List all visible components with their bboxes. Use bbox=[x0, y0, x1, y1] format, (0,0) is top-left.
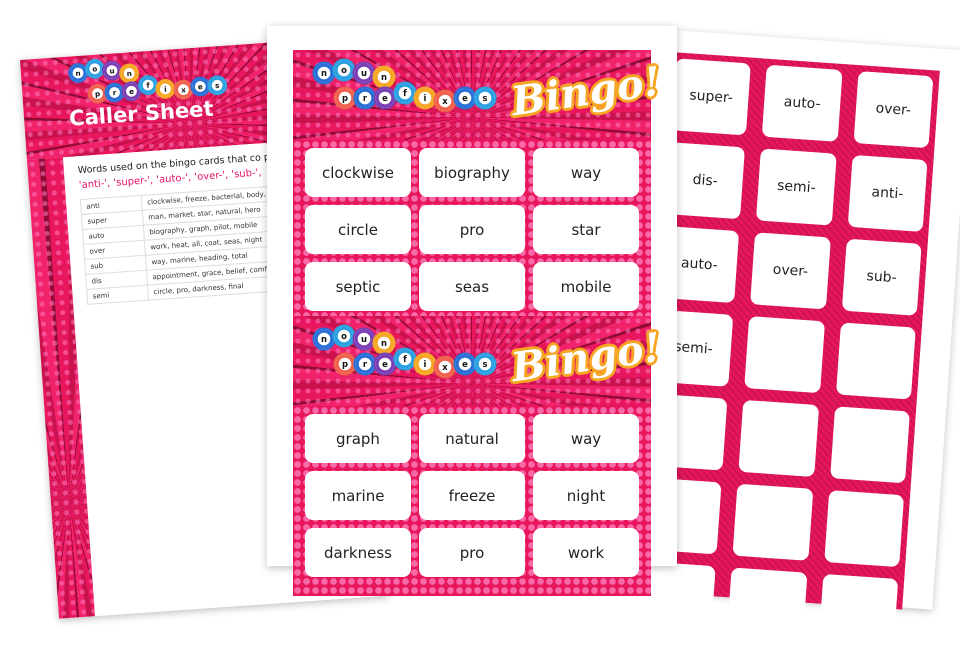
bingo-cell: star bbox=[533, 205, 639, 254]
bingo-ball: x bbox=[174, 81, 192, 99]
bingo-ball: o bbox=[334, 326, 354, 346]
bingo-cell: pro bbox=[419, 528, 525, 577]
bingo-logo: Bingo! bbox=[508, 57, 664, 126]
bingo-cell: night bbox=[533, 471, 639, 520]
prefix-tiles-page: super-auto-over-dis-semi-anti-auto-over-… bbox=[632, 30, 960, 651]
bingo-cell: seas bbox=[419, 262, 525, 311]
bingo-ball: n bbox=[120, 64, 139, 82]
prefix-tile bbox=[726, 567, 808, 645]
bingo-ball: x bbox=[435, 91, 455, 111]
bingo-card-header: nounprefixes Bingo! bbox=[293, 316, 664, 406]
bingo-ball: n bbox=[314, 329, 334, 349]
prefix-tile: semi- bbox=[756, 148, 837, 226]
prefix-tile bbox=[829, 406, 910, 484]
bingo-cell: pro bbox=[419, 205, 525, 254]
bingo-ball: e bbox=[122, 82, 141, 100]
bingo-ball: o bbox=[86, 60, 104, 78]
bingo-ball: r bbox=[105, 83, 124, 101]
bingo-card: nounprefixes Bingo! clockwise biography wa… bbox=[293, 50, 664, 332]
bingo-ball: n bbox=[374, 333, 394, 353]
bingo-card-grid: graph natural way marine freeze night darkness… bbox=[293, 406, 651, 596]
bingo-ball: e bbox=[191, 77, 209, 95]
bingo-ball: p bbox=[335, 354, 355, 374]
bingo-ball: p bbox=[335, 88, 355, 108]
bingo-ball: r bbox=[355, 88, 375, 108]
bingo-cell: mobile bbox=[533, 262, 639, 311]
bingo-ball: i bbox=[415, 88, 435, 108]
bingo-cell: graph bbox=[305, 414, 411, 463]
bingo-ball: e bbox=[455, 354, 475, 374]
prefix-tile: over- bbox=[750, 232, 831, 310]
prefix-tile bbox=[744, 316, 825, 394]
prefix-tile: over- bbox=[853, 71, 934, 149]
prefix-tile: super- bbox=[671, 58, 752, 136]
bingo-ball: e bbox=[375, 88, 395, 108]
bingo-ball: p bbox=[88, 84, 107, 102]
prefix-tile bbox=[732, 483, 813, 561]
bingo-ball: e bbox=[375, 354, 395, 374]
bingo-cell: circle bbox=[305, 205, 411, 254]
bingo-ball: e bbox=[455, 88, 475, 108]
bingo-ball: n bbox=[69, 64, 87, 82]
bingo-ball: u bbox=[354, 329, 374, 349]
bingo-ball: f bbox=[395, 349, 415, 369]
bingo-cell: work bbox=[533, 528, 639, 577]
bingo-cell: way bbox=[533, 148, 639, 197]
bingo-cell: biography bbox=[419, 148, 525, 197]
bingo-cell: marine bbox=[305, 471, 411, 520]
bingo-card: nounprefixes Bingo! graph natural way marin… bbox=[293, 316, 664, 598]
bingo-ball: s bbox=[475, 88, 495, 108]
bingo-ball: x bbox=[435, 357, 455, 377]
prefix-cell: semi bbox=[86, 285, 149, 305]
bingo-ball: n bbox=[314, 63, 334, 83]
bingo-ball: i bbox=[157, 79, 175, 98]
bingo-ball: f bbox=[395, 83, 415, 103]
bingo-ball: f bbox=[139, 76, 158, 94]
prefix-tile: sub- bbox=[841, 238, 922, 316]
bingo-ball: s bbox=[475, 354, 495, 374]
prefix-tile: auto- bbox=[762, 64, 843, 142]
prefix-tile bbox=[738, 399, 819, 477]
bingo-cell: darkness bbox=[305, 528, 411, 577]
bingo-card-header: nounprefixes Bingo! bbox=[293, 50, 664, 140]
bingo-ball: o bbox=[334, 60, 354, 80]
bingo-cell: septic bbox=[305, 262, 411, 311]
bingo-cell: freeze bbox=[419, 471, 525, 520]
bingo-cell: natural bbox=[419, 414, 525, 463]
prefix-tile bbox=[823, 490, 905, 568]
bingo-ball: u bbox=[103, 61, 121, 80]
prefix-tile bbox=[818, 573, 899, 651]
bingo-ball: s bbox=[208, 76, 226, 94]
bingo-ball: i bbox=[415, 354, 435, 374]
prefix-tiles-sheet: super-auto-over-dis-semi-anti-auto-over-… bbox=[632, 51, 940, 651]
prefix-words-table: anti clockwise, freeze, bacterial, body, s… bbox=[80, 186, 279, 305]
bingo-cell: way bbox=[533, 414, 639, 463]
bingo-ball: r bbox=[355, 354, 375, 374]
bingo-cell: clockwise bbox=[305, 148, 411, 197]
bingo-cards-page: nounprefixes Bingo! clockwise biography wa… bbox=[267, 26, 677, 588]
bingo-ball: n bbox=[374, 67, 394, 87]
prefix-tile: dis- bbox=[665, 142, 746, 220]
prefix-tile: anti- bbox=[847, 154, 928, 232]
prefix-tile bbox=[835, 322, 916, 400]
bingo-ball: u bbox=[354, 63, 374, 83]
bingo-logo: Bingo! bbox=[508, 323, 664, 392]
caller-sheet-title: Caller Sheet bbox=[68, 96, 215, 131]
bingo-card-grid: clockwise biography way circle pro star septic… bbox=[293, 140, 651, 330]
